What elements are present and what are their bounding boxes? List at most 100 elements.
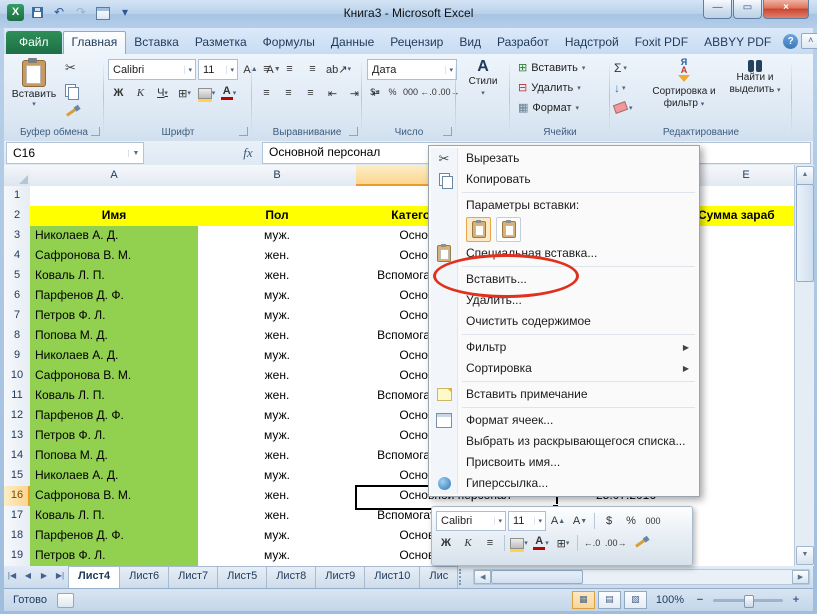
zoom-slider-thumb[interactable]: [744, 595, 754, 608]
cell-A5[interactable]: Коваль Л. П.: [30, 266, 204, 287]
mini-borders-icon[interactable]: ⊞▾: [553, 533, 573, 553]
vertical-scroll-thumb[interactable]: [796, 184, 814, 282]
cell-A3[interactable]: Николаев А. Д.: [30, 226, 204, 247]
row-header-10[interactable]: 10: [4, 366, 31, 387]
cell-A19[interactable]: Петров Ф. Л.: [30, 546, 204, 566]
cell-B2[interactable]: Пол: [198, 206, 357, 227]
cell-A14[interactable]: Попова М. Д.: [30, 446, 204, 467]
cut-icon[interactable]: ✂: [60, 58, 81, 78]
mini-format-painter-icon[interactable]: [630, 533, 650, 553]
help-icon[interactable]: ?: [783, 34, 798, 49]
maximize-button[interactable]: ▭: [733, 0, 762, 19]
mini-shrink-font-icon[interactable]: А▼: [570, 511, 590, 531]
cell-B16[interactable]: жен.: [198, 486, 357, 507]
dialog-launcher-icon[interactable]: [239, 127, 248, 136]
row-header-1[interactable]: 1: [4, 186, 31, 207]
cell-A11[interactable]: Коваль Л. П.: [30, 386, 204, 407]
scroll-right-icon[interactable]: ▶: [792, 570, 809, 584]
paste-option-2-icon[interactable]: [496, 217, 521, 242]
align-right-icon[interactable]: ≡: [300, 83, 321, 103]
cell-B5[interactable]: жен.: [198, 266, 357, 287]
cell-E17[interactable]: [698, 506, 794, 527]
dialog-launcher-icon[interactable]: [443, 127, 452, 136]
column-header-A[interactable]: A: [30, 165, 199, 187]
cell-B6[interactable]: муж.: [198, 286, 357, 307]
menu-item-clear[interactable]: Очистить содержимое: [430, 311, 698, 332]
fx-icon[interactable]: fx: [234, 145, 262, 161]
row-header-9[interactable]: 9: [4, 346, 31, 367]
close-button[interactable]: ×: [763, 0, 809, 19]
number-format-combo[interactable]: Дата▾: [367, 59, 457, 80]
horizontal-scrollbar[interactable]: ◀ ▶: [473, 569, 810, 585]
paste-option-1-icon[interactable]: [466, 217, 491, 242]
cell-A18[interactable]: Парфенов Д. Ф.: [30, 526, 204, 547]
cell-B7[interactable]: муж.: [198, 306, 357, 327]
cell-A17[interactable]: Коваль Л. П.: [30, 506, 204, 527]
cell-A12[interactable]: Парфенов Д. Ф.: [30, 406, 204, 427]
orientation-icon[interactable]: ab↗▾: [325, 59, 352, 79]
minimize-button[interactable]: —: [703, 0, 732, 19]
underline-button[interactable]: Ч▾: [152, 83, 173, 103]
horizontal-scroll-thumb[interactable]: [491, 570, 583, 584]
zoom-in-icon[interactable]: +: [789, 594, 803, 606]
currency-icon[interactable]: $▾: [366, 83, 383, 100]
cell-B3[interactable]: муж.: [198, 226, 357, 247]
row-header-11[interactable]: 11: [4, 386, 31, 407]
ribbon-tab-file[interactable]: Файл: [6, 31, 62, 54]
ribbon-tab-formulas[interactable]: Формулы: [255, 31, 323, 54]
row-header-16[interactable]: 16: [4, 486, 31, 507]
cell-B15[interactable]: муж.: [198, 466, 357, 487]
cell-B11[interactable]: жен.: [198, 386, 357, 407]
mini-currency-icon[interactable]: $: [599, 511, 619, 531]
thousands-icon[interactable]: 000: [402, 83, 419, 100]
ribbon-tab-view[interactable]: Вид: [451, 31, 489, 54]
mini-italic-button[interactable]: К: [458, 533, 478, 553]
menu-item-define-name[interactable]: Присвоить имя...: [430, 452, 698, 473]
cell-A13[interactable]: Петров Ф. Л.: [30, 426, 204, 447]
menu-item-cut[interactable]: ✂Вырезать: [430, 148, 698, 169]
cell-B18[interactable]: муж.: [198, 526, 357, 547]
macro-record-icon[interactable]: [57, 593, 74, 608]
cell-A8[interactable]: Попова М. Д.: [30, 326, 204, 347]
scroll-up-icon[interactable]: ▲: [796, 166, 814, 185]
font-name-combo[interactable]: Calibri▾: [108, 59, 196, 80]
ribbon-tab-foxit-pdf[interactable]: Foxit PDF: [627, 31, 696, 54]
row-header-13[interactable]: 13: [4, 426, 31, 447]
cell-E9[interactable]: [698, 346, 794, 367]
cell-A15[interactable]: Николаев А. Д.: [30, 466, 204, 487]
menu-item-hyperlink[interactable]: Гиперссылка...: [430, 473, 698, 494]
first-sheet-icon[interactable]: |◀: [4, 566, 20, 588]
decrease-indent-icon[interactable]: ⇤: [322, 83, 343, 103]
italic-button[interactable]: К: [130, 83, 151, 103]
row-header-2[interactable]: 2: [4, 206, 31, 227]
font-color-icon[interactable]: А▾: [218, 83, 239, 103]
sort-filter-button[interactable]: ЯА Сортировка и фильтр ▾: [648, 58, 720, 111]
cell-B4[interactable]: жен.: [198, 246, 357, 267]
cell-A16[interactable]: Сафронова В. М.: [30, 486, 204, 507]
sheet-tab-7[interactable]: Лист10: [364, 566, 420, 588]
mini-percent-icon[interactable]: %: [621, 511, 641, 531]
zoom-slider[interactable]: [713, 599, 783, 602]
column-header-B[interactable]: B: [198, 165, 357, 187]
vertical-scrollbar[interactable]: ▲ ▼: [794, 165, 814, 566]
cell-B10[interactable]: жен.: [198, 366, 357, 387]
cell-A2[interactable]: Имя: [30, 206, 199, 227]
cell-E15[interactable]: [698, 466, 794, 487]
bold-button[interactable]: Ж: [108, 83, 129, 103]
cell-B1[interactable]: [198, 186, 357, 207]
row-header-5[interactable]: 5: [4, 266, 31, 287]
increase-decimal-icon[interactable]: ←.0: [420, 83, 437, 100]
cell-A4[interactable]: Сафронова В. М.: [30, 246, 204, 267]
dialog-launcher-icon[interactable]: [349, 127, 358, 136]
row-header-4[interactable]: 4: [4, 246, 31, 267]
tab-splitter[interactable]: [459, 569, 468, 585]
mini-thousands-icon[interactable]: 000: [643, 511, 663, 531]
ribbon-tab-review[interactable]: Рецензир: [382, 31, 451, 54]
menu-item-filter[interactable]: Фильтр▶: [430, 337, 698, 358]
row-header-6[interactable]: 6: [4, 286, 31, 307]
mini-font-size-combo[interactable]: 11▾: [508, 511, 546, 531]
sheet-tab-4[interactable]: Лист5: [217, 566, 267, 588]
menu-item-format-cells[interactable]: Формат ячеек...: [430, 410, 698, 431]
mini-increase-decimal-icon[interactable]: ←.0: [582, 533, 602, 553]
borders-icon[interactable]: ⊞▾: [174, 83, 195, 103]
